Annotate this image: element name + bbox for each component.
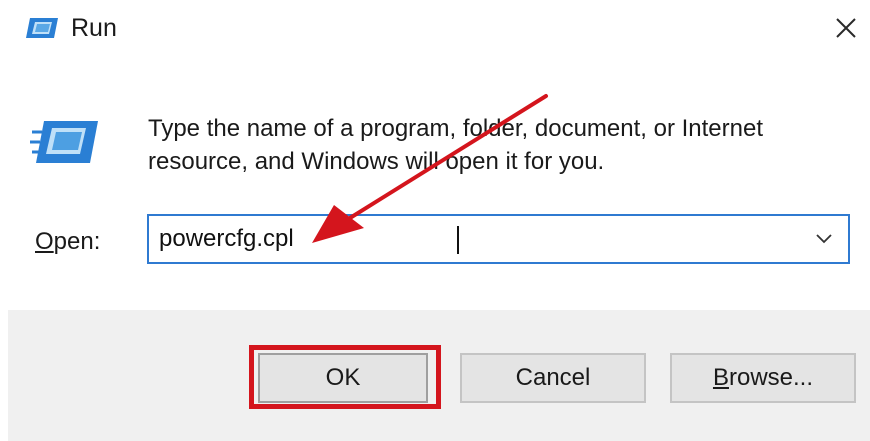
open-input[interactable] bbox=[159, 216, 799, 262]
dropdown-button[interactable] bbox=[806, 216, 842, 262]
description-line-1: Type the name of a program, folder, docu… bbox=[148, 115, 764, 142]
run-icon bbox=[26, 18, 58, 38]
browse-button[interactable]: Browse... bbox=[670, 353, 856, 403]
dialog-content bbox=[8, 66, 870, 310]
open-label-rest: pen: bbox=[53, 228, 101, 255]
window-title: Run bbox=[71, 14, 117, 42]
open-label-mnemonic: O bbox=[35, 228, 54, 255]
cancel-button[interactable]: Cancel bbox=[460, 353, 646, 403]
close-button[interactable] bbox=[826, 8, 866, 48]
open-label: Open: bbox=[35, 227, 100, 257]
title-bar: Run bbox=[0, 0, 870, 58]
browse-mnemonic: B bbox=[712, 364, 729, 391]
text-caret bbox=[457, 226, 459, 254]
close-icon bbox=[836, 18, 856, 38]
run-dialog: Run Type the name of a program, folder, … bbox=[0, 0, 870, 441]
open-combobox[interactable] bbox=[147, 214, 850, 264]
browse-label-rest: rowse... bbox=[728, 364, 814, 391]
run-icon-large bbox=[30, 121, 98, 163]
description-text: Type the name of a program, folder, docu… bbox=[148, 112, 838, 178]
ok-button[interactable]: OK bbox=[258, 353, 428, 403]
chevron-down-icon bbox=[816, 234, 832, 244]
description-line-2: resource, and Windows will open it for y… bbox=[148, 148, 605, 175]
